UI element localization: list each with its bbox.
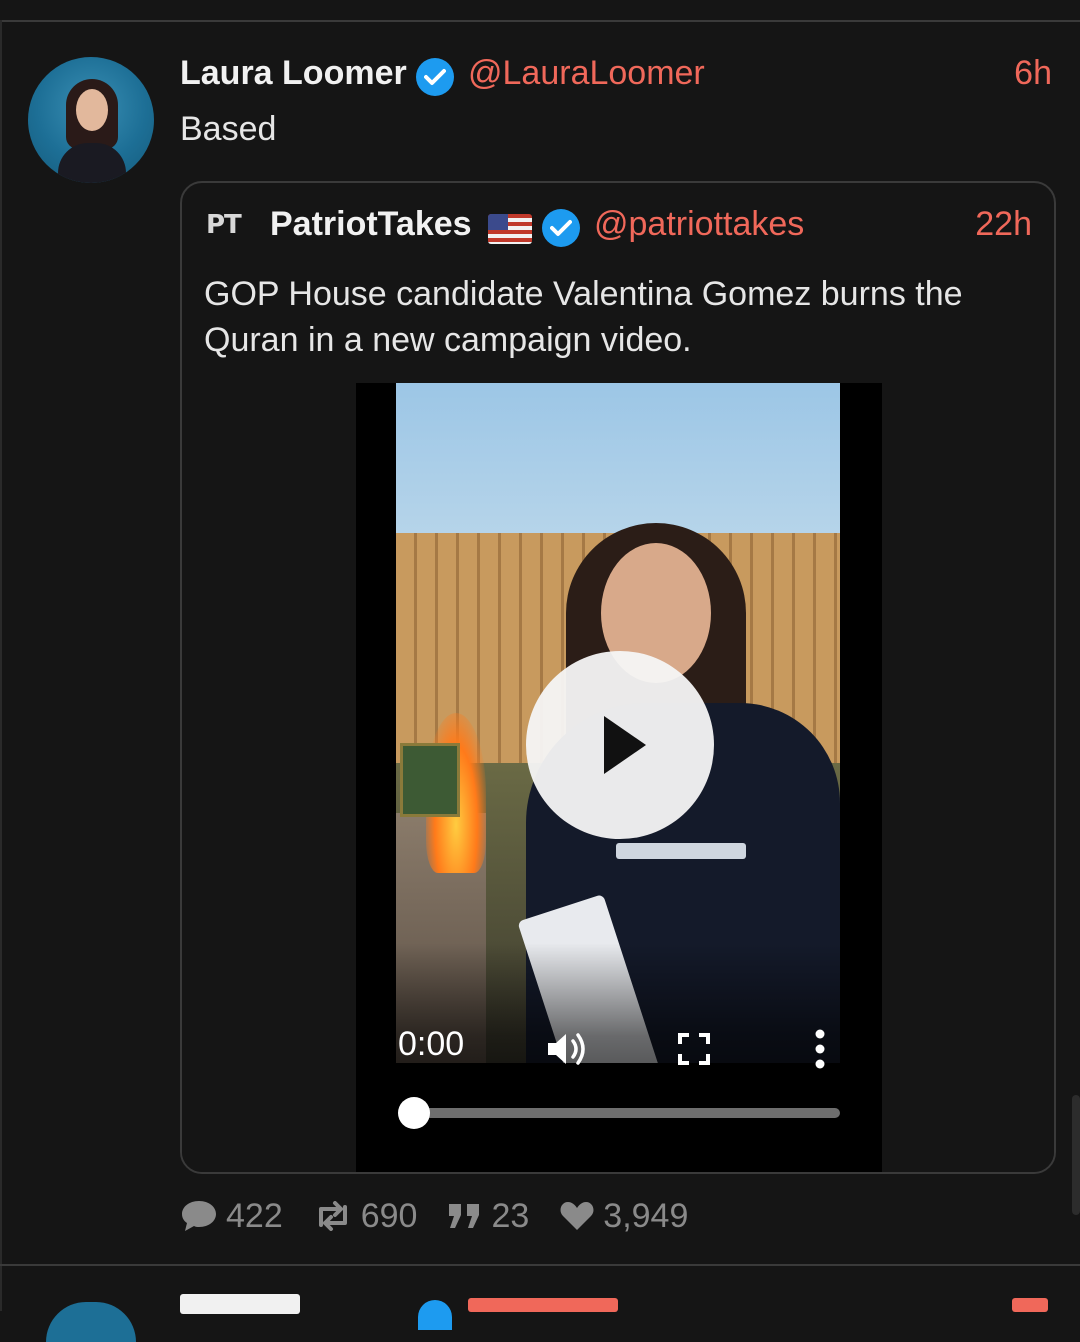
- verified-badge-icon: [418, 1300, 452, 1330]
- reply-count: 422: [226, 1196, 283, 1235]
- quote-icon: [449, 1204, 480, 1228]
- thumbnail-shirt-print: [616, 843, 746, 859]
- fullscreen-icon[interactable]: [674, 1029, 714, 1069]
- patriottakes-logo: PT: [206, 210, 242, 240]
- verified-badge-icon: [416, 58, 454, 96]
- post-actions: 422 690 23 3,949: [180, 1194, 718, 1238]
- video-time: 0:00: [398, 1025, 465, 1063]
- author-handle[interactable]: @LauraLoomer: [468, 54, 705, 93]
- progress-handle[interactable]: [398, 1097, 430, 1129]
- next-post-avatar[interactable]: [46, 1302, 136, 1342]
- next-post-author-name[interactable]: [180, 1294, 300, 1314]
- scrollbar[interactable]: [1072, 1095, 1080, 1215]
- post[interactable]: Laura Loomer @LauraLoomer 6h Based PT Pa…: [0, 22, 1080, 1266]
- thumbnail-book: [400, 743, 460, 817]
- avatar-body: [58, 143, 126, 183]
- author-name[interactable]: Laura Loomer: [180, 54, 407, 93]
- repost-icon: [318, 1201, 347, 1231]
- post-divider: [0, 1264, 1080, 1266]
- volume-icon[interactable]: [544, 1025, 592, 1073]
- like-button[interactable]: 3,949: [559, 1197, 688, 1236]
- heart-icon: [560, 1202, 594, 1230]
- post-time[interactable]: 6h: [1014, 54, 1052, 93]
- next-post-author-handle[interactable]: [468, 1298, 618, 1312]
- quote-author-name[interactable]: PatriotTakes: [270, 205, 472, 244]
- post-text: Based: [180, 110, 277, 148]
- quote-text: GOP House candidate Valentina Gomez burn…: [204, 275, 963, 359]
- verified-badge-icon: [542, 209, 580, 247]
- author-avatar[interactable]: [28, 57, 154, 183]
- video-player[interactable]: 0:00: [182, 383, 1054, 1172]
- reply-button[interactable]: 422: [180, 1197, 283, 1236]
- quote-author-handle[interactable]: @patriottakes: [594, 205, 804, 244]
- play-icon: [604, 716, 646, 774]
- us-flag-icon: [488, 214, 532, 244]
- more-vert-icon[interactable]: [808, 1027, 832, 1071]
- quoted-post[interactable]: PT PatriotTakes @patriottakes 22h GOP Ho…: [180, 181, 1056, 1174]
- progress-bar[interactable]: [414, 1108, 840, 1118]
- like-count: 3,949: [603, 1196, 689, 1235]
- next-post-time[interactable]: [1012, 1298, 1048, 1312]
- quote-time[interactable]: 22h: [975, 205, 1032, 244]
- avatar-face: [76, 89, 108, 131]
- play-button[interactable]: [526, 651, 714, 839]
- quote-button[interactable]: 23: [447, 1197, 529, 1236]
- quote-count: 23: [491, 1196, 530, 1235]
- repost-count: 690: [360, 1196, 418, 1235]
- comment-icon: [182, 1201, 216, 1231]
- repost-button[interactable]: 690: [313, 1196, 418, 1236]
